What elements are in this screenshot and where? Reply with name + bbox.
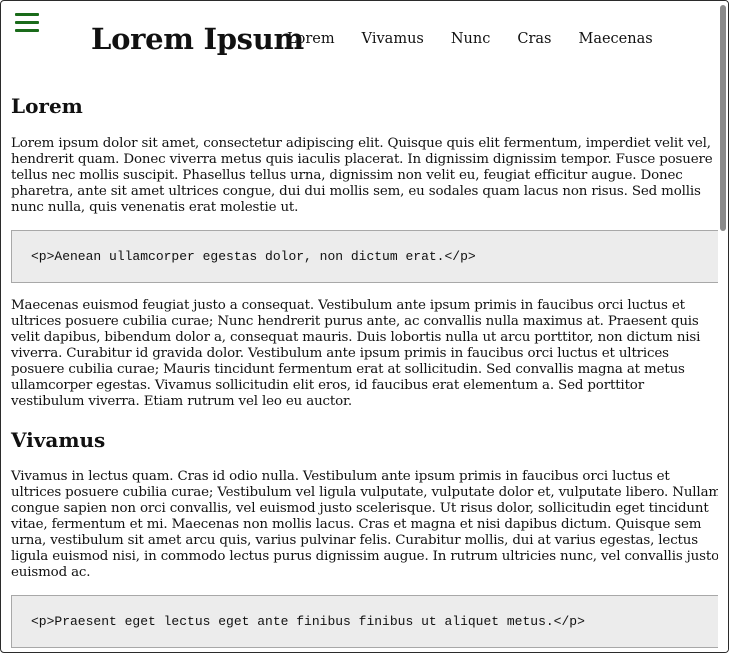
- hamburger-menu-icon[interactable]: [15, 13, 39, 33]
- top-nav: Lorem Vivamus Nunc Cras Maecenas: [287, 30, 680, 48]
- code-block: <p>Praesent eget lectus eget ante finibu…: [11, 595, 721, 648]
- nav-link-nunc[interactable]: Nunc: [451, 30, 491, 48]
- hamburger-bar: [15, 29, 39, 32]
- section-paragraph: Lorem ipsum dolor sit amet, consectetur …: [11, 136, 713, 215]
- section-paragraph: Vivamus in lectus quam. Cras id odio nul…: [11, 469, 721, 580]
- code-block: <p>Aenean ullamcorper egestas dolor, non…: [11, 230, 721, 283]
- site-title: Lorem Ipsum: [91, 22, 304, 56]
- vertical-scrollbar[interactable]: [718, 1, 728, 652]
- hamburger-bar: [15, 13, 39, 16]
- nav-link-maecenas[interactable]: Maecenas: [578, 30, 652, 48]
- section-heading-vivamus: Vivamus: [11, 428, 106, 452]
- nav-link-lorem[interactable]: Lorem: [287, 30, 335, 48]
- browser-viewport: Lorem Ipsum Lorem Vivamus Nunc Cras Maec…: [0, 0, 729, 653]
- section-heading-lorem: Lorem: [11, 94, 83, 118]
- nav-link-vivamus[interactable]: Vivamus: [362, 30, 424, 48]
- hamburger-bar: [15, 21, 39, 24]
- main-content: Lorem Lorem ipsum dolor sit amet, consec…: [11, 93, 721, 648]
- nav-link-cras[interactable]: Cras: [517, 30, 551, 48]
- scrollbar-thumb[interactable]: [720, 5, 726, 231]
- section-paragraph: Maecenas euismod feugiat justo a consequ…: [11, 298, 701, 409]
